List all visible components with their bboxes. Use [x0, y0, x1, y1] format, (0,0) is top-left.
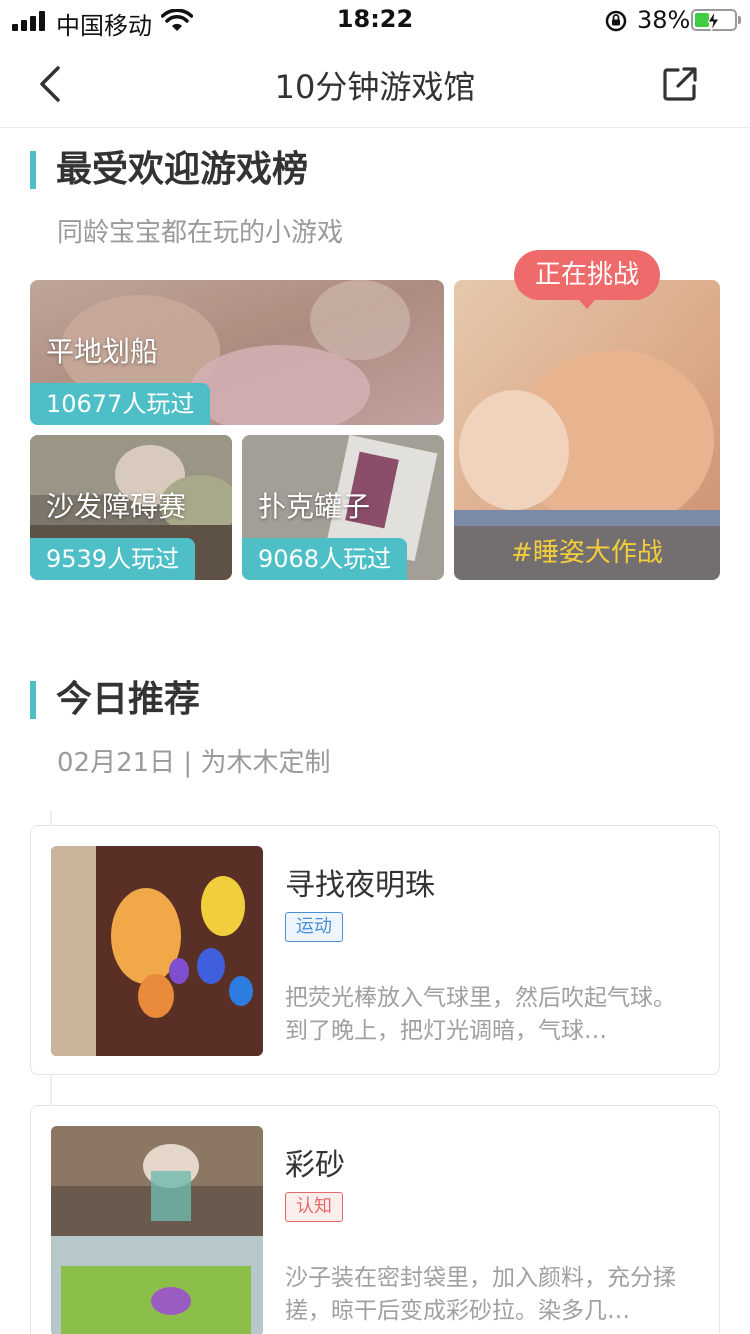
game-play-count: 10677人玩过 [30, 383, 211, 425]
recommend-section-title: 今日推荐 [30, 679, 200, 721]
card-description: 沙子装在密封袋里，加入颜料，充分揉搓，晾干后变成彩砂拉。染多几… [285, 1265, 676, 1324]
recommend-date-subtitle: 02月21日 | 为木木定制 [57, 748, 331, 778]
popular-section-title: 最受欢迎游戏榜 [30, 149, 308, 191]
battery-charging-icon [691, 9, 741, 32]
page: 中国移动 18:22 38% 10分钟游戏馆 最受欢迎游戏榜 同龄宝宝都在玩的小… [0, 0, 750, 1334]
challenge-badge: 正在挑战 [514, 250, 660, 309]
popular-section-subtitle: 同龄宝宝都在玩的小游戏 [57, 218, 344, 248]
category-tag: 认知 [285, 1192, 343, 1222]
game-name: 平地划船 [46, 335, 159, 368]
status-bar: 中国移动 18:22 38% [0, 0, 750, 42]
game-play-count: 9539人玩过 [30, 538, 196, 580]
card-title: 寻找夜明珠 [285, 868, 435, 903]
card-title: 彩砂 [285, 1148, 345, 1183]
nav-bar: 10分钟游戏馆 [0, 42, 750, 128]
category-tag: 运动 [285, 912, 343, 942]
recommend-card-1[interactable]: 寻找夜明珠 运动 把荧光棒放入气球里，然后吹起气球。到了晚上，把灯光调暗，气球… [30, 825, 720, 1075]
game-tile-2[interactable]: 沙发障碍赛 9539人玩过 [30, 435, 232, 580]
card-thumbnail [51, 1126, 263, 1334]
game-name: 沙发障碍赛 [46, 490, 187, 523]
rotation-lock-icon [605, 10, 627, 32]
page-title: 10分钟游戏馆 [274, 68, 476, 106]
battery-percent: 38% [637, 6, 691, 34]
game-name: 扑克罐子 [258, 490, 371, 523]
card-description: 把荧光棒放入气球里，然后吹起气球。到了晚上，把灯光调暗，气球… [285, 985, 676, 1044]
game-tile-3[interactable]: 扑克罐子 9068人玩过 [242, 435, 444, 580]
challenge-tile[interactable]: #睡姿大作战 [454, 280, 720, 580]
card-thumbnail [51, 846, 263, 1056]
game-tile-1[interactable]: 平地划船 10677人玩过 [30, 280, 444, 425]
recommend-card-2[interactable]: 彩砂 认知 沙子装在密封袋里，加入颜料，充分揉搓，晾干后变成彩砂拉。染多几… [30, 1105, 720, 1334]
share-external-icon[interactable] [660, 64, 700, 104]
challenge-hashtag: #睡姿大作战 [454, 526, 720, 580]
game-play-count: 9068人玩过 [242, 538, 408, 580]
